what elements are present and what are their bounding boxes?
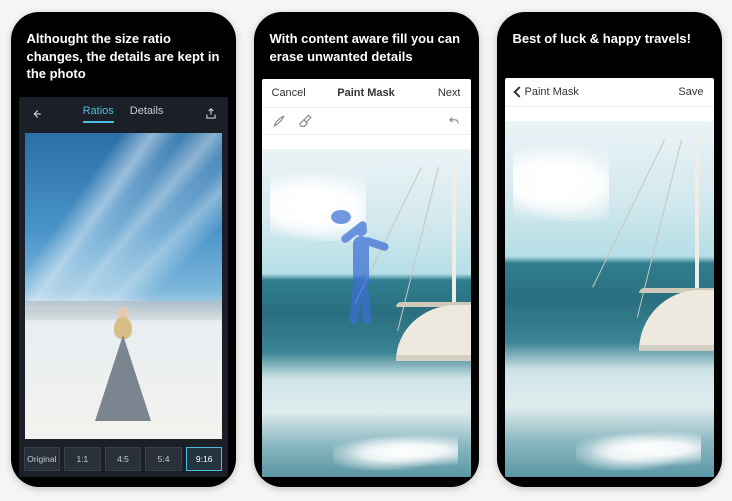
phone-mockup-1: Althought the size ratio changes, the de… [11,12,236,487]
caption-2: With content aware fill you can erase un… [262,20,471,79]
back-arrow-icon[interactable] [29,107,43,121]
screen1-tabs: Ratios Details [83,105,164,123]
eraser-icon[interactable] [298,114,312,128]
tab-ratios[interactable]: Ratios [83,105,114,123]
caption-3: Best of luck & happy travels! [505,20,714,78]
tab-details[interactable]: Details [130,105,164,123]
brush-icon[interactable] [272,114,286,128]
tool-icons-left [272,114,312,128]
sky-clouds [25,133,222,311]
chevron-left-icon [513,86,524,97]
screen2-title: Paint Mask [337,87,394,99]
ratio-btn-9-16[interactable]: 9:16 [186,447,223,471]
person-figure [93,307,153,427]
cancel-button[interactable]: Cancel [272,87,314,99]
screen2-photo-canvas[interactable] [262,149,471,477]
screen2-toolbar [262,108,471,135]
phone-mockup-3: Best of luck & happy travels! Paint Mask… [497,12,722,487]
phone-mockup-2: With content aware fill you can erase un… [254,12,479,487]
ratio-button-row: Original 1:1 4:5 5:4 9:16 [19,443,228,477]
undo-icon[interactable] [447,114,461,128]
sailboat [609,135,714,370]
screen1-topbar: Ratios Details [19,97,228,127]
ratio-btn-5-4[interactable]: 5:4 [145,447,182,471]
back-label: Paint Mask [525,86,579,98]
save-button[interactable]: Save [678,86,703,98]
wave-foam [333,431,458,470]
ratio-btn-original[interactable]: Original [24,447,61,471]
screen3-photo-result [505,121,714,477]
screen3-navbar: Paint Mask Save [505,78,714,107]
ratio-btn-4-5[interactable]: 4:5 [105,447,142,471]
next-button[interactable]: Next [419,87,461,99]
wave-foam [576,427,701,470]
screen-2: Cancel Paint Mask Next [262,79,471,477]
mask-overlay-person [337,208,387,328]
screen-1: Ratios Details Original 1:1 4:5 5:4 9:16 [19,97,228,477]
clouds [513,142,609,220]
back-button[interactable]: Paint Mask [515,86,579,98]
screen2-navbar: Cancel Paint Mask Next [262,79,471,108]
screen-3: Paint Mask Save [505,78,714,477]
share-icon[interactable] [204,107,218,121]
ratio-btn-1-1[interactable]: 1:1 [64,447,101,471]
screen1-photo-preview [25,133,222,439]
caption-1: Althought the size ratio changes, the de… [19,20,228,97]
